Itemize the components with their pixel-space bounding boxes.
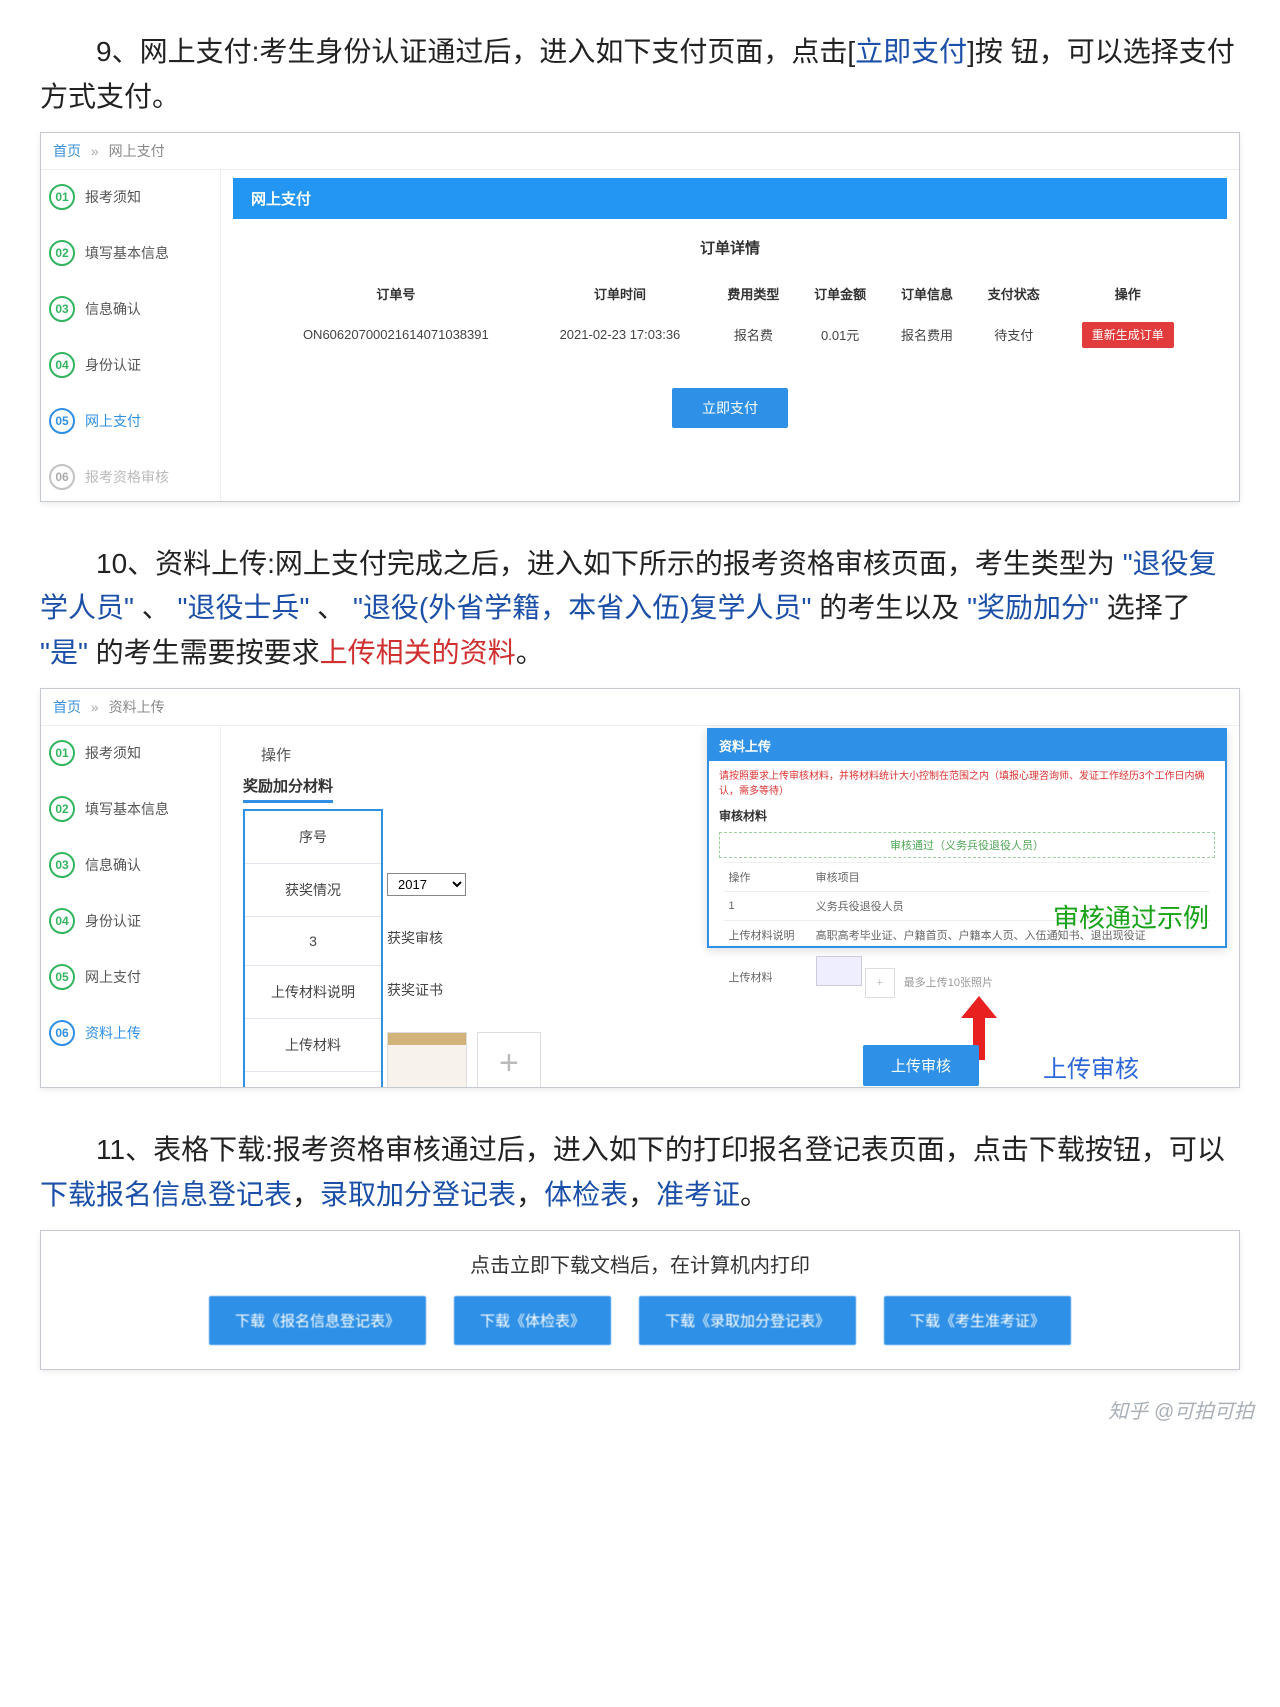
step-6: 06报考资格审核 (49, 464, 212, 490)
paragraph-11: 11、表格下载:报考资格审核通过后，进入如下的打印报名登记表页面，点击下载按钮，… (40, 1128, 1240, 1218)
upload-panel: 操作 奖励加分材料 序号 获奖情况 3 上传材料说明 上传材料 操作 2017 … (221, 726, 1239, 1088)
overlay-warning: 请按照要求上传审核材料，并将材料统计大小控制在范围之内（填报心理咨询师、发证工作… (709, 761, 1225, 803)
download-physical-form-button[interactable]: 下载《体检表》 (454, 1296, 611, 1345)
paragraph-10: 10、资料上传:网上支付完成之后，进入如下所示的报考资格审核页面，考生类型为 "… (40, 542, 1240, 676)
add-file-button[interactable]: + (477, 1032, 541, 1088)
download-bonus-form-button[interactable]: 下载《录取加分登记表》 (639, 1296, 856, 1345)
field-labels-column: 序号 获奖情况 3 上传材料说明 上传材料 操作 (243, 809, 383, 1088)
order-title: 订单详情 (221, 237, 1239, 258)
download-title: 点击立即下载文档后，在计算机内打印 (41, 1231, 1239, 1296)
submit-for-review-button[interactable]: 上传审核 (863, 1045, 979, 1086)
payment-panel: 网上支付 订单详情 订单号订单时间 费用类型订单金额 订单信息支付状态 操作 O… (221, 170, 1239, 502)
step-3[interactable]: 03信息确认 (49, 296, 212, 322)
overlay-title: 资料上传 (709, 730, 1225, 761)
breadcrumb-home[interactable]: 首页 (53, 699, 81, 715)
step-4[interactable]: 04身份认证 (49, 908, 212, 934)
order-table: 订单号订单时间 费用类型订单金额 订单信息支付状态 操作 ON606207000… (262, 276, 1199, 358)
paragraph-9: 9、网上支付:考生身份认证通过后，进入如下支付页面，点击[立即支付]按 钮，可以… (40, 30, 1240, 120)
step-nav: 01报考须知 02填写基本信息 03信息确认 04身份认证 05网上支付 06报… (41, 170, 221, 502)
order-info: 报名费用 (884, 311, 971, 358)
field-values-column: 2017 获奖审核 获奖证书 + 最多上传10张照片 (383, 809, 613, 1088)
uploaded-thumb[interactable] (387, 1032, 467, 1088)
breadcrumb-current: 资料上传 (109, 699, 165, 715)
overlay-status-approved: 审核通过（义务兵役退役人员） (719, 832, 1215, 858)
step-2[interactable]: 02填写基本信息 (49, 796, 212, 822)
table-header-row: 订单号订单时间 费用类型订单金额 订单信息支付状态 操作 (262, 276, 1199, 311)
screenshot-upload: 首页 » 资料上传 01报考须知 02填写基本信息 03信息确认 04身份认证 … (40, 688, 1240, 1088)
step-4[interactable]: 04身份认证 (49, 352, 212, 378)
bonus-section-title: 奖励加分材料 (243, 775, 333, 803)
step-5[interactable]: 05网上支付 (49, 964, 212, 990)
step-6[interactable]: 06资料上传 (49, 1020, 212, 1046)
approved-example-label: 审核通过示例 (1053, 898, 1209, 935)
screenshot-download: 点击立即下载文档后，在计算机内打印 下载《报名信息登记表》 下载《体检表》 下载… (40, 1230, 1240, 1370)
breadcrumb-current: 网上支付 (109, 143, 165, 159)
breadcrumb: 首页 » 网上支付 (41, 133, 1239, 170)
watermark: 知乎 @可拍可拍 (1108, 1395, 1254, 1424)
mini-thumb (816, 956, 862, 986)
breadcrumb-home[interactable]: 首页 (53, 143, 81, 159)
year-select[interactable]: 2017 (387, 873, 466, 896)
order-time: 2021-02-23 17:03:36 (530, 311, 710, 358)
step-3[interactable]: 03信息确认 (49, 852, 212, 878)
order-type: 报名费 (710, 311, 797, 358)
link-pay-now: 立即支付 (855, 36, 967, 67)
step-2[interactable]: 02填写基本信息 (49, 240, 212, 266)
breadcrumb: 首页 » 资料上传 (41, 689, 1239, 726)
upload-review-label: 上传审核 (1043, 1049, 1139, 1084)
step-nav: 01报考须知 02填写基本信息 03信息确认 04身份认证 05网上支付 06资… (41, 726, 221, 1088)
download-registration-form-button[interactable]: 下载《报名信息登记表》 (209, 1296, 426, 1345)
order-no: ON60620700021614071038391 (262, 311, 530, 358)
panel-title: 网上支付 (233, 178, 1227, 219)
step-5[interactable]: 05网上支付 (49, 408, 212, 434)
step-1[interactable]: 01报考须知 (49, 184, 212, 210)
pay-now-button[interactable]: 立即支付 (672, 388, 788, 428)
table-row: ON60620700021614071038391 2021-02-23 17:… (262, 311, 1199, 358)
step-1[interactable]: 01报考须知 (49, 740, 212, 766)
download-admission-ticket-button[interactable]: 下载《考生准考证》 (884, 1296, 1071, 1345)
screenshot-payment: 首页 » 网上支付 01报考须知 02填写基本信息 03信息确认 04身份认证 … (40, 132, 1240, 502)
mini-add-icon[interactable]: + (865, 968, 895, 998)
order-amount: 0.01元 (797, 311, 884, 358)
overlay-section: 审核材料 (709, 803, 1225, 828)
regenerate-order-button[interactable]: 重新生成订单 (1082, 322, 1174, 348)
order-status: 待支付 (970, 311, 1057, 358)
